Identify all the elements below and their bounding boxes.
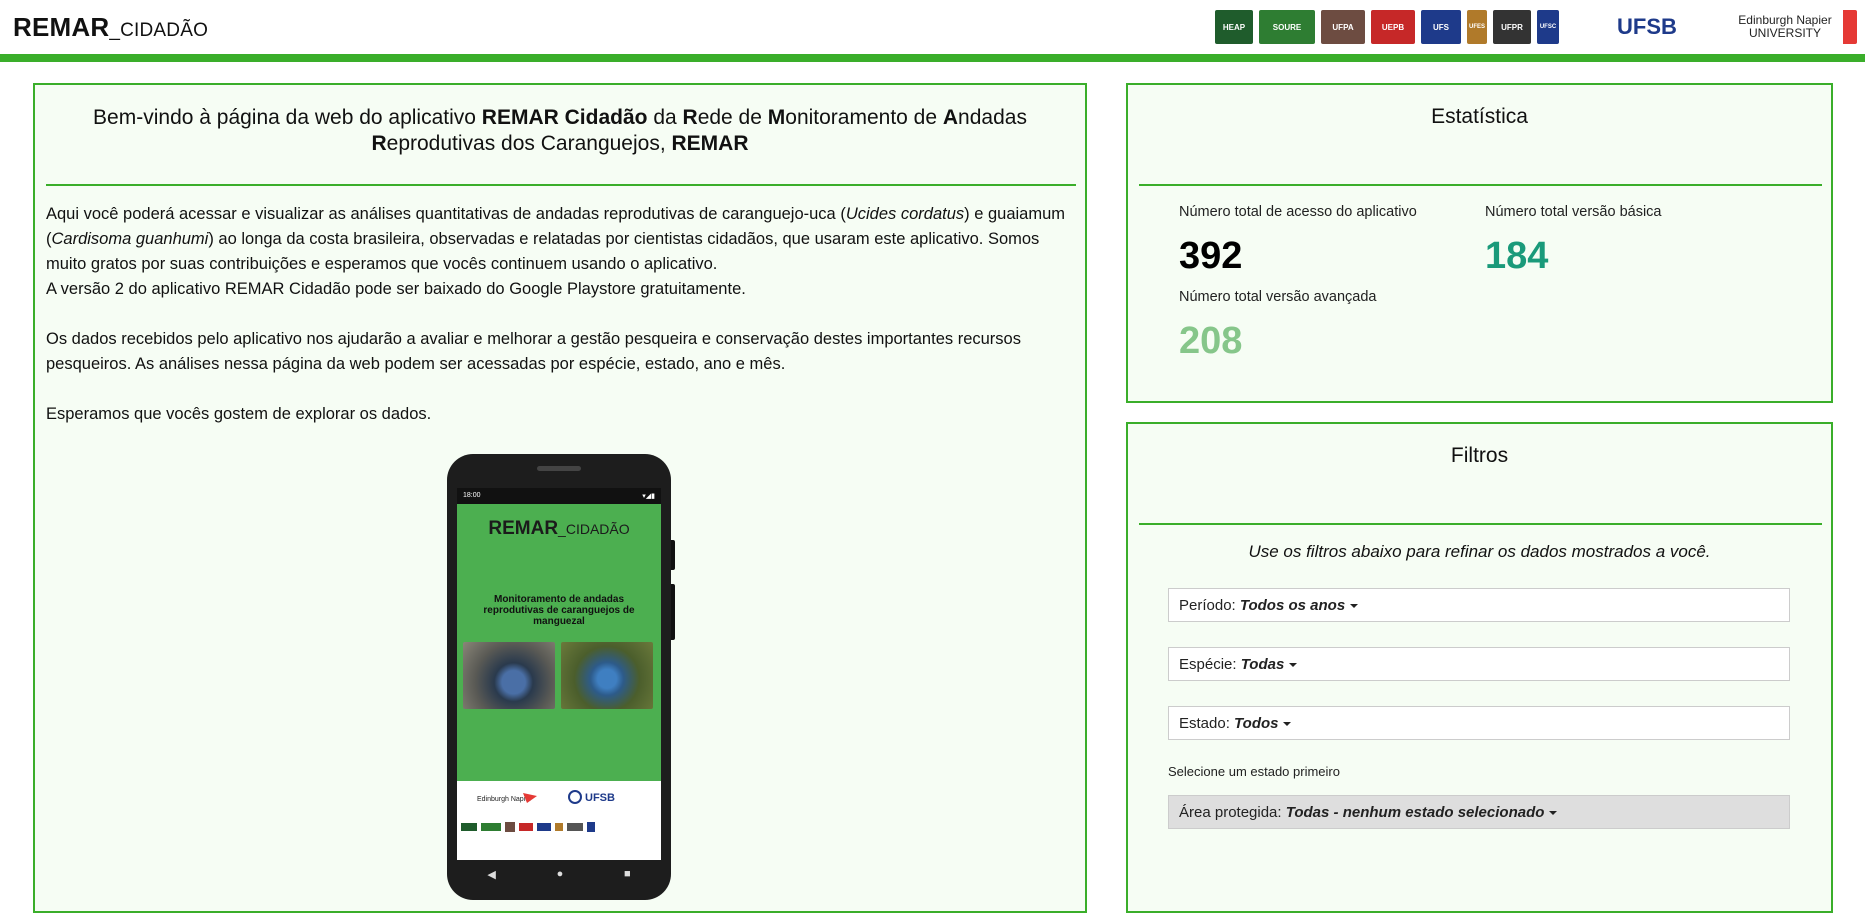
ufes-logo-icon: UFES [1467, 10, 1487, 44]
filters-divider [1139, 523, 1822, 525]
intro-paragraph-4: Esperamos que vocês gostem de explorar o… [46, 405, 432, 423]
phone-speaker [537, 466, 581, 471]
phone-screen: 18:00 ▾◢▮ REMAR_CIDADÃO Monitoramento de… [457, 488, 661, 860]
uepb-logo-icon: UEPB [1371, 10, 1415, 44]
phone-mockup-image: 18:00 ▾◢▮ REMAR_CIDADÃO Monitoramento de… [447, 454, 675, 900]
ufpa-seal-logo-icon: UFPA [1321, 10, 1365, 44]
statistics-divider [1139, 184, 1822, 186]
filters-panel: Filtros Use os filtros abaixo para refin… [1126, 422, 1833, 913]
mini-logo-8-icon [587, 822, 595, 832]
welcome-panel: Bem-vindo à página da web do aplicativo … [33, 83, 1087, 913]
advanced-version-label: Número total versão avançada [1179, 289, 1377, 305]
species-dropdown[interactable]: Espécie: Todas [1168, 647, 1790, 681]
top-header: REMAR_CIDADÃO HEAP SOURE UFPA UEPB UFS U… [0, 0, 1865, 54]
signal-battery-icon: ▾◢▮ [642, 493, 655, 500]
app-logos-graphic: Edinburgh Napier UFSB [461, 790, 615, 832]
ufsb-mark-icon [568, 790, 582, 804]
brand-logo[interactable]: REMAR_CIDADÃO [13, 12, 208, 43]
chevron-down-icon [1289, 663, 1298, 668]
chevron-down-icon [1549, 811, 1558, 816]
header-green-bar [0, 54, 1865, 62]
mini-logo-3-icon [505, 822, 515, 832]
phone-time: 18:00 [463, 492, 481, 499]
basic-version-label: Número total versão básica [1485, 204, 1662, 220]
mini-logo-5-icon [537, 823, 551, 831]
statistics-title: Estatística [1431, 105, 1528, 128]
total-access-label: Número total de acesso do aplicativo [1179, 204, 1417, 220]
intro-text: Aqui você poderá acessar e visualizar as… [46, 202, 1076, 427]
ucides-crab-photo [463, 642, 555, 709]
marinha-soure-logo-icon: SOURE [1259, 10, 1315, 44]
napier-text: Edinburgh Napier [477, 796, 532, 803]
edinburgh-napier-logo-icon: Edinburgh Napier UNIVERSITY [1727, 10, 1857, 44]
ufsb-text: UFSB [585, 792, 615, 804]
intro-paragraph-2: A versão 2 do aplicativo REMAR Cidadão p… [46, 280, 746, 298]
mini-logo-2-icon [481, 823, 501, 831]
heap-logo-icon: HEAP [1215, 10, 1253, 44]
intro-paragraph-1: Aqui você poderá acessar e visualizar as… [46, 205, 1066, 273]
phone-volume-button [671, 584, 675, 640]
ufsb-logo-icon: UFSB [1599, 10, 1695, 44]
phone-nav-bar: ◀ ● ■ [457, 860, 661, 888]
app-title: REMAR_CIDADÃO [488, 518, 630, 539]
app-splash: REMAR_CIDADÃO Monitoramento de andadas r… [457, 504, 661, 781]
mini-logo-4-icon [519, 823, 533, 831]
ufpr-logo-icon: UFPR [1493, 10, 1531, 44]
phone-status-bar: 18:00 ▾◢▮ [457, 488, 661, 504]
welcome-divider [46, 184, 1076, 186]
advanced-version-value: 208 [1179, 320, 1243, 362]
guaiamum-crab-photo [561, 642, 653, 709]
ufsc-logo-icon: UFSC [1537, 10, 1559, 44]
total-access-value: 392 [1179, 235, 1243, 277]
mini-logo-1-icon [461, 823, 477, 831]
partner-logos: HEAP SOURE UFPA UEPB UFS UFES UFPR UFSC … [1215, 4, 1857, 50]
app-subtitle: Monitoramento de andadas reprodutivas de… [483, 594, 635, 627]
phone-power-button [671, 540, 675, 570]
basic-version-value: 184 [1485, 235, 1549, 277]
mini-logo-6-icon [555, 823, 563, 831]
nav-home-icon: ● [556, 868, 564, 880]
brand-sub: _CIDADÃO [109, 20, 209, 41]
chevron-down-icon [1283, 722, 1292, 727]
period-dropdown[interactable]: Período: Todos os anos [1168, 588, 1790, 622]
chevron-down-icon [1350, 604, 1359, 609]
nav-back-icon: ◀ [487, 868, 496, 881]
state-dropdown[interactable]: Estado: Todos [1168, 706, 1790, 740]
welcome-heading: Bem-vindo à página da web do aplicativo … [93, 106, 1027, 155]
brand-main: REMAR [13, 12, 110, 42]
nav-recent-icon: ■ [623, 868, 631, 880]
intro-paragraph-3: Os dados recebidos pelo aplicativo nos a… [46, 330, 1021, 373]
app-partner-logos: Edinburgh Napier UFSB [457, 781, 661, 860]
protected-area-dropdown[interactable]: Área protegida: Todas - nenhum estado se… [1168, 795, 1790, 829]
mini-logo-7-icon [567, 823, 583, 831]
statistics-panel: Estatística Número total de acesso do ap… [1126, 83, 1833, 403]
filters-instruction: Use os filtros abaixo para refinar os da… [1248, 542, 1711, 561]
filters-title: Filtros [1450, 444, 1509, 467]
ufs-logo-icon: UFS [1421, 10, 1461, 44]
select-state-hint: Selecione um estado primeiro [1168, 764, 1340, 779]
